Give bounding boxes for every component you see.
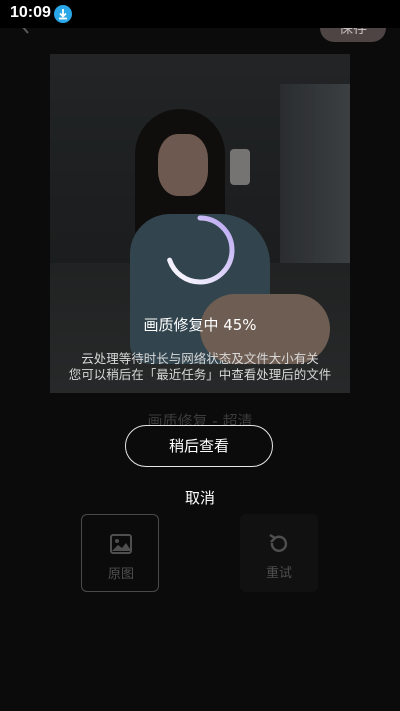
original-image-button[interactable]: 原图	[81, 514, 159, 592]
cancel-button[interactable]: 取消	[0, 487, 400, 508]
retry-label: 重试	[265, 566, 292, 581]
retry-button[interactable]: 重试	[240, 514, 318, 592]
download-icon	[54, 5, 72, 23]
progress-status: 画质修复中 45%	[143, 316, 257, 334]
view-later-button[interactable]: 稍后查看	[125, 425, 273, 467]
status-bar: 10:09	[0, 0, 400, 28]
status-time: 10:09	[10, 4, 51, 21]
progress-ring	[165, 215, 235, 285]
original-image-label: 原图	[107, 567, 134, 582]
processing-overlay: 画质修复中 45% 云处理等待时长与网络状态及文件大小有关 您可以稍后在「最近任…	[50, 54, 350, 393]
photo-preview: 画质修复中 45% 云处理等待时长与网络状态及文件大小有关 您可以稍后在「最近任…	[50, 54, 350, 393]
retry-icon	[269, 533, 288, 552]
image-icon	[110, 534, 132, 554]
wait-info-line-2: 您可以稍后在「最近任务」中查看处理后的文件	[68, 367, 332, 382]
